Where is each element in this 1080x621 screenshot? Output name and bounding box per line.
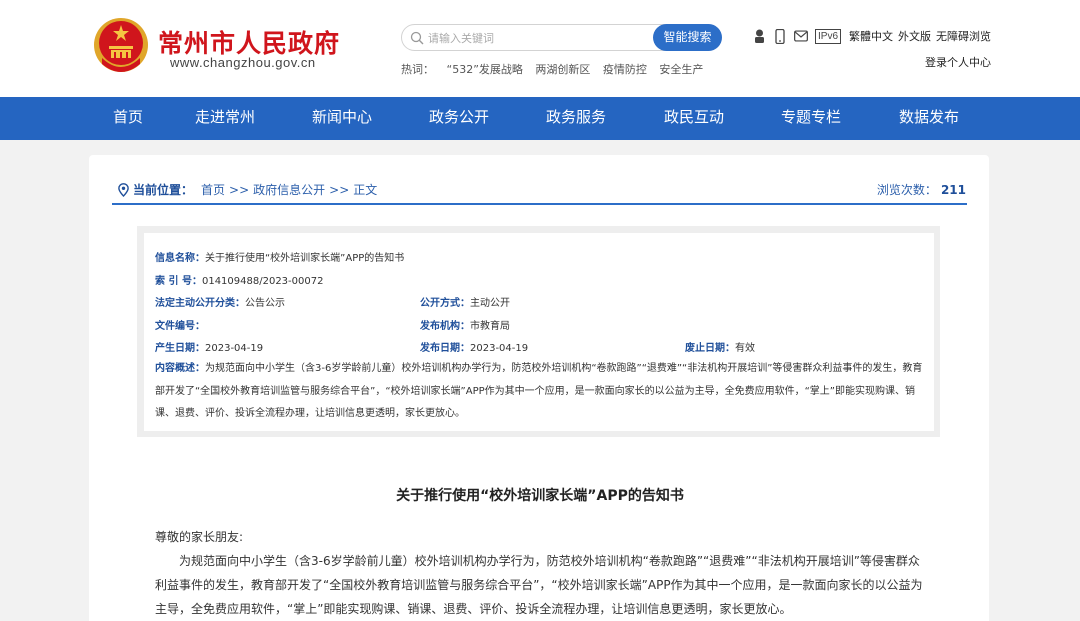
article-paragraph: 为规范面向中小学生（含3-6岁学龄前儿童）校外培训机构办学行为，防范校外培训机构… bbox=[155, 554, 923, 616]
breadcrumb-separator: >> bbox=[329, 182, 350, 197]
accessibility-icon[interactable] bbox=[752, 28, 766, 44]
national-emblem-icon bbox=[94, 18, 148, 72]
info-name: 信息名称：关于推行使用“校外培训家长端”APP的告知书 bbox=[155, 249, 404, 264]
mobile-icon[interactable] bbox=[773, 28, 787, 44]
hot-word[interactable]: 两湖创新区 bbox=[535, 63, 590, 76]
ipv6-badge: IPv6 bbox=[815, 28, 842, 44]
info-org-key: 发布机构： bbox=[420, 321, 470, 332]
nav-interaction[interactable]: 政民互动 bbox=[664, 97, 724, 140]
nav-data-release[interactable]: 数据发布 bbox=[899, 97, 959, 140]
info-published-key: 发布日期： bbox=[420, 343, 470, 354]
view-count-value: 211 bbox=[940, 183, 966, 197]
breadcrumb-separator: >> bbox=[229, 182, 250, 197]
hot-word[interactable]: 疫情防控 bbox=[603, 63, 647, 76]
top-links: IPv6 繁體中文 外文版 无障碍浏览 bbox=[752, 28, 996, 44]
info-mode: 公开方式：主动公开 bbox=[420, 294, 510, 309]
info-mode-key: 公开方式： bbox=[420, 298, 470, 309]
info-name-value: 关于推行使用“校外培训家长端”APP的告知书 bbox=[205, 253, 405, 264]
info-category-key: 法定主动公开分类： bbox=[155, 298, 245, 309]
info-expiry-value: 有效 bbox=[735, 343, 755, 354]
info-docno: 文件编号： bbox=[155, 317, 205, 332]
info-summary-key: 内容概述： bbox=[155, 363, 205, 374]
mail-icon[interactable] bbox=[794, 28, 808, 44]
search-icon bbox=[410, 31, 424, 45]
breadcrumb-label: 当前位置： bbox=[133, 183, 194, 197]
site-header: 常州市人民政府 www.changzhou.gov.cn 智能搜索 热词： “5… bbox=[0, 0, 1080, 97]
info-created-key: 产生日期： bbox=[155, 343, 205, 354]
nav-gov-services[interactable]: 政务服务 bbox=[546, 97, 606, 140]
info-published: 发布日期：2023-04-19 bbox=[420, 339, 528, 354]
info-expiry: 废止日期：有效 bbox=[685, 339, 755, 354]
breadcrumb: 当前位置： 首页 >> 政府信息公开 >> 正文 bbox=[118, 181, 381, 198]
info-created-value: 2023-04-19 bbox=[205, 343, 264, 354]
location-pin-icon bbox=[118, 182, 129, 197]
breadcrumb-divider bbox=[112, 203, 967, 205]
info-category: 法定主动公开分类：公告公示 bbox=[155, 294, 285, 309]
nav-gov-disclosure[interactable]: 政务公开 bbox=[429, 97, 489, 140]
info-docno-key: 文件编号： bbox=[155, 321, 205, 332]
nav-news[interactable]: 新闻中心 bbox=[312, 97, 372, 140]
nav-home[interactable]: 首页 bbox=[113, 97, 143, 140]
info-expiry-key: 废止日期： bbox=[685, 343, 735, 354]
hot-word[interactable]: “532”发展战略 bbox=[447, 63, 523, 76]
site-url: www.changzhou.gov.cn bbox=[170, 55, 316, 70]
accessible-browse-link[interactable]: 无障碍浏览 bbox=[936, 28, 991, 44]
foreign-version-link[interactable]: 外文版 bbox=[898, 28, 931, 44]
info-created: 产生日期：2023-04-19 bbox=[155, 339, 263, 354]
search-input[interactable] bbox=[428, 29, 648, 47]
hot-word[interactable]: 安全生产 bbox=[659, 63, 703, 76]
nav-special-topics[interactable]: 专题专栏 bbox=[781, 97, 841, 140]
info-index-key: 索 引 号： bbox=[155, 276, 202, 287]
article-title: 关于推行使用“校外培训家长端”APP的告知书 bbox=[396, 488, 684, 504]
breadcrumb-gov-info[interactable]: 政府信息公开 bbox=[253, 181, 325, 198]
hot-words: 热词： “532”发展战略 两湖创新区 疫情防控 安全生产 bbox=[401, 61, 712, 77]
info-org: 发布机构：市教育局 bbox=[420, 317, 510, 332]
view-count-label: 浏览次数： bbox=[876, 183, 937, 197]
breadcrumb-current: 正文 bbox=[353, 183, 378, 197]
info-summary: 内容概述：为规范面向中小学生（含3-6岁学龄前儿童）校外培训机构办学行为，防范校… bbox=[155, 358, 923, 426]
hot-words-label: 热词： bbox=[401, 63, 434, 76]
login-link[interactable]: 登录个人中心 bbox=[925, 54, 991, 70]
info-index: 索 引 号：014109488/2023-00072 bbox=[155, 272, 323, 287]
info-mode-value: 主动公开 bbox=[470, 298, 510, 309]
traditional-chinese-link[interactable]: 繁體中文 bbox=[849, 28, 893, 44]
article-greeting: 尊敬的家长朋友: bbox=[155, 530, 244, 544]
info-summary-value: 为规范面向中小学生（含3-6岁学龄前儿童）校外培训机构办学行为，防范校外培训机构… bbox=[155, 363, 923, 419]
info-category-value: 公告公示 bbox=[245, 298, 285, 309]
nav-about-changzhou[interactable]: 走进常州 bbox=[195, 97, 255, 140]
breadcrumb-home[interactable]: 首页 bbox=[201, 181, 225, 198]
info-org-value: 市教育局 bbox=[470, 321, 510, 332]
view-count: 浏览次数： 211 bbox=[877, 181, 966, 198]
info-published-value: 2023-04-19 bbox=[470, 343, 529, 354]
main-nav: 首页 走进常州 新闻中心 政务公开 政务服务 政民互动 专题专栏 数据发布 bbox=[0, 97, 1080, 140]
info-index-value: 014109488/2023-00072 bbox=[201, 276, 324, 287]
search-button[interactable]: 智能搜索 bbox=[653, 24, 722, 51]
info-name-key: 信息名称： bbox=[155, 253, 205, 264]
